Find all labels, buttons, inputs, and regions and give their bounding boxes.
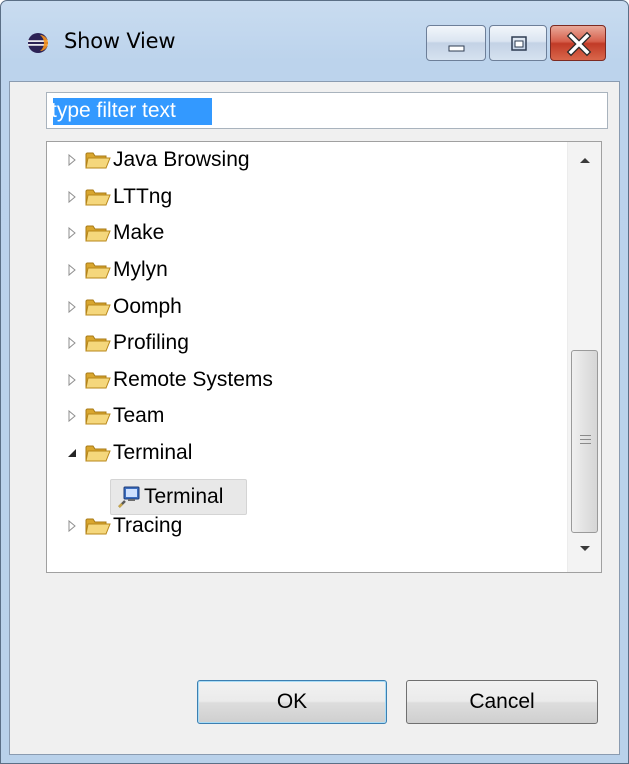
tree-item-label: LTTng — [113, 184, 173, 208]
collapsed-arrow-icon[interactable] — [62, 260, 82, 280]
collapsed-arrow-icon[interactable] — [62, 333, 82, 353]
filter-field[interactable] — [46, 92, 608, 129]
collapsed-arrow-icon[interactable] — [62, 370, 82, 390]
cancel-button[interactable]: Cancel — [406, 680, 598, 724]
tree-item-label: Terminal — [144, 485, 224, 508]
minimize-icon — [448, 45, 465, 52]
tree-item[interactable]: Make — [47, 215, 567, 252]
title-bar[interactable]: Show View — [1, 1, 628, 81]
tree-item-label: Terminal — [113, 441, 193, 465]
collapsed-arrow-icon[interactable] — [62, 516, 82, 536]
tree-item-label: Tracing — [113, 514, 183, 538]
collapsed-arrow-icon[interactable] — [62, 223, 82, 243]
folder-icon — [85, 262, 111, 279]
view-tree[interactable]: Java Browsing LTTng Make Mylyn Oomph Profilin… — [46, 141, 602, 573]
tree-item[interactable]: Profiling — [47, 325, 567, 362]
folder-icon — [85, 408, 111, 425]
folder-icon — [85, 372, 111, 389]
tree-item[interactable]: Oomph — [47, 288, 567, 325]
minimize-button[interactable] — [426, 25, 486, 61]
folder-icon — [85, 518, 111, 535]
tree-item-label: Remote Systems — [113, 367, 273, 391]
folder-icon — [85, 189, 111, 206]
folder-icon — [85, 299, 111, 316]
grip-icon — [580, 435, 591, 444]
show-view-dialog: Show View Java BrowsingLTTngMakeMylynOo — [0, 0, 629, 764]
tree-item-label: Java Browsing — [113, 148, 250, 172]
tree-item[interactable]: Team — [47, 398, 567, 435]
folder-icon — [85, 445, 111, 462]
collapsed-arrow-icon[interactable] — [62, 187, 82, 207]
folder-icon — [85, 225, 111, 242]
scrollbar-thumb[interactable] — [571, 350, 598, 533]
tree-item[interactable]: Terminal — [47, 435, 567, 472]
scroll-down-arrow-icon[interactable] — [577, 544, 593, 554]
ok-button[interactable]: OK — [197, 680, 387, 724]
tree-item-terminal-view[interactable]: Terminal — [110, 479, 247, 515]
window-title: Show View — [64, 29, 176, 53]
tree-item-label: Profiling — [113, 331, 189, 355]
tree-item[interactable]: Mylyn — [47, 252, 567, 289]
dialog-content: Java Browsing LTTng Make Mylyn Oomph Profilin… — [9, 81, 620, 755]
tree-item-label: Mylyn — [113, 258, 168, 282]
filter-input[interactable] — [51, 97, 601, 125]
vertical-scrollbar[interactable] — [567, 142, 601, 572]
tree-item[interactable]: LTTng — [47, 179, 567, 216]
terminal-view-icon — [118, 486, 140, 508]
maximize-button[interactable] — [489, 25, 547, 61]
eclipse-icon — [28, 33, 48, 53]
tree-item[interactable]: Remote Systems — [47, 362, 567, 399]
folder-icon — [85, 335, 111, 352]
folder-icon — [85, 152, 111, 169]
close-button[interactable] — [550, 25, 606, 61]
close-icon — [566, 31, 592, 57]
collapsed-arrow-icon[interactable] — [62, 406, 82, 426]
tree-item-label: Make — [113, 221, 165, 245]
tree-item-label: Oomph — [113, 294, 182, 318]
collapsed-arrow-icon[interactable] — [62, 150, 82, 170]
maximize-icon — [511, 36, 527, 51]
tree-item-label: Team — [113, 404, 165, 428]
expanded-arrow-icon[interactable] — [62, 443, 82, 463]
tree-item[interactable]: Java Browsing — [47, 142, 567, 179]
collapsed-arrow-icon[interactable] — [62, 297, 82, 317]
scroll-up-arrow-icon[interactable] — [577, 155, 593, 165]
